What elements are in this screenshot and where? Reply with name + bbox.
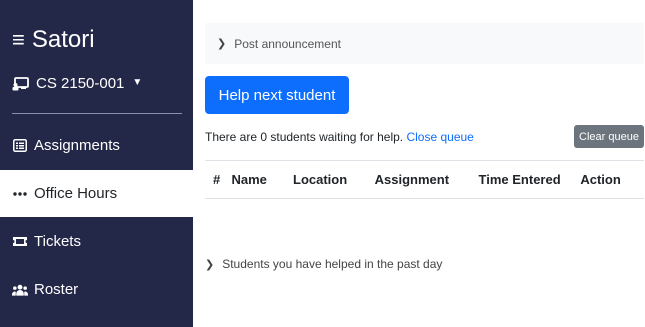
waiting-text: There are 0 students waiting for help. [205,130,404,144]
main-content: ❯ Post announcement Help next student Th… [193,0,645,327]
column-header-action: Action [580,160,644,199]
queue-table: # Name Location Assignment Time Entered … [205,160,644,199]
course-selector[interactable]: CS 2150-001 ▼ [12,75,142,92]
sidebar-item-label: Assignments [34,137,120,154]
chevron-right-icon: ❯ [217,38,227,50]
sidebar-item-office-hours[interactable]: Office Hours [0,170,193,217]
sidebar-divider [12,113,182,114]
sidebar-item-tickets[interactable]: Tickets [0,218,193,265]
announcement-label: Post announcement [234,36,341,51]
sidebar-item-label: Roster [34,281,79,298]
users-icon [12,284,28,296]
caret-down-icon: ▼ [132,77,143,88]
chevron-right-icon: ❯ [205,258,215,271]
app: ≡ Satori CS 2150-001 ▼ Assignments Offic… [0,0,645,327]
sidebar-item-assignments[interactable]: Assignments [0,122,193,169]
column-header-number: # [205,160,232,199]
list-icon [12,139,28,152]
column-header-assignment: Assignment [374,160,479,199]
column-header-name: Name [231,160,293,199]
sidebar-item-label: Tickets [34,233,81,250]
brand[interactable]: ≡ Satori [12,26,95,54]
queue-status: There are 0 students waiting for help. C… [205,130,474,144]
chalkboard-icon [12,76,29,91]
helped-label: Students you have helped in the past day [222,257,443,271]
brand-title: Satori [31,26,95,53]
sidebar: ≡ Satori CS 2150-001 ▼ Assignments Offic… [0,0,193,327]
sidebar-item-roster[interactable]: Roster [0,266,193,313]
helped-students-toggle[interactable]: ❯ Students you have helped in the past d… [205,257,442,271]
dots-icon [12,191,28,196]
menu-icon[interactable]: ≡ [12,29,25,51]
course-name: CS 2150-001 [36,75,125,92]
column-header-location: Location [293,160,375,199]
clear-queue-button[interactable]: Clear queue [574,125,644,148]
close-queue-link[interactable]: Close queue [406,130,473,144]
post-announcement-toggle[interactable]: ❯ Post announcement [205,23,644,64]
sidebar-item-label: Office Hours [34,185,118,202]
table-header-row: # Name Location Assignment Time Entered … [205,160,644,199]
column-header-time-entered: Time Entered [478,160,581,199]
ticket-icon [12,236,28,247]
help-next-student-button[interactable]: Help next student [205,76,349,114]
